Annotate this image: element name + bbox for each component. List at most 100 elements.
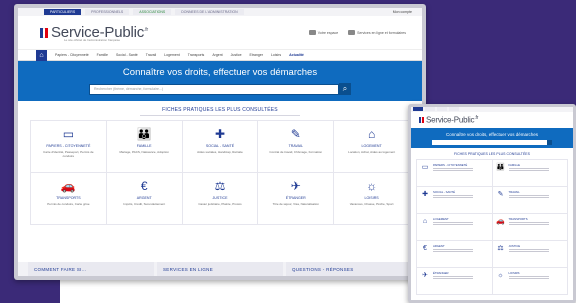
nav-item[interactable]: Social - Santé	[116, 53, 138, 57]
tab-associations[interactable]: ASSOCIATIONS	[133, 9, 172, 15]
section-title: FICHES PRATIQUES LES PLUS CONSULTÉES	[162, 107, 278, 113]
text-line	[508, 197, 549, 198]
banner-title: Connaître vos droits, effectuer vos déma…	[122, 67, 318, 78]
tablet-topic-card[interactable]: ▭ Papiers - Citoyenneté	[417, 160, 493, 187]
topic-card-desc: Aides sociales, Handicap, Retraite	[197, 150, 243, 154]
search-icon[interactable]: ⌕	[339, 83, 351, 95]
topic-card[interactable]: € Argent Impôts, Crédit, Surendettement	[106, 173, 183, 225]
bottom-section-questions[interactable]: QUESTIONS - RÉPONSES	[286, 262, 412, 276]
text-line	[433, 197, 473, 198]
tablet-banner: Connaître vos droits, effectuer vos déma…	[411, 128, 573, 148]
text-line	[433, 278, 473, 279]
tablet-screenshot-frame: Service-Public.fr Connaître vos droits, …	[408, 104, 576, 303]
topic-card[interactable]: ⌂ Logement Location, Achat, Aides au logem…	[334, 121, 410, 173]
home-icon[interactable]: ⌂	[36, 49, 47, 61]
nav-item[interactable]: Argent	[212, 53, 222, 57]
bottom-section-comment[interactable]: COMMENT FAIRE SI...	[28, 262, 154, 276]
tablet-topic-card[interactable]: 🚗 Transports	[492, 214, 568, 241]
car-icon: 🚗	[60, 178, 76, 193]
topic-icon: ✈	[422, 272, 428, 279]
nav-item[interactable]: Etranger	[250, 53, 263, 57]
header-link-espace[interactable]: Votre espace	[308, 30, 339, 35]
text-line	[508, 195, 549, 196]
user-icon	[308, 30, 316, 35]
topic-card-title: Travail	[288, 144, 304, 148]
tablet-search-input[interactable]	[432, 139, 552, 145]
account-link[interactable]: Mon compte	[393, 10, 412, 14]
bottom-sections: COMMENT FAIRE SI... SERVICES EN LIGNE QU…	[18, 262, 422, 276]
audience-tabs: PARTICULIERS PROFESSIONNELS ASSOCIATIONS…	[18, 8, 422, 16]
tablet-tab[interactable]	[437, 107, 447, 111]
tablet-topic-title: Papiers - Citoyenneté	[433, 163, 468, 167]
nav-item[interactable]: Famille	[97, 53, 108, 57]
topic-icon: ⚖	[497, 245, 504, 252]
topic-card[interactable]: 👪 Famille Mariage, PACS, Naissance, Adopti…	[106, 121, 183, 173]
tablet-topic-title: Famille	[508, 163, 521, 167]
topic-card-title: Étranger	[285, 196, 306, 200]
passport-icon: ✈	[290, 178, 301, 193]
text-line	[433, 251, 473, 252]
tablet-section-title: FICHES PRATIQUES LES PLUS CONSULTÉES	[454, 152, 530, 156]
topic-card-title: Papiers - Citoyenneté	[46, 144, 91, 148]
text-line	[508, 276, 549, 277]
text-line	[433, 276, 473, 277]
tab-donnees[interactable]: DONNEES DE L'ADMINISTRATION	[175, 9, 244, 15]
nav-item[interactable]: Papiers - Citoyenneté	[55, 53, 89, 57]
health-icon: ✚	[214, 126, 226, 141]
tablet-topic-card[interactable]: ✚ Social - Santé	[417, 187, 493, 214]
nav-item[interactable]: Travail	[146, 53, 156, 57]
text-line	[433, 195, 473, 196]
tablet-topic-title: Social - Santé	[433, 190, 455, 194]
tablet-tab[interactable]	[425, 107, 435, 111]
tablet-topic-title: Transports	[508, 217, 528, 221]
bottom-section-services[interactable]: SERVICES EN LIGNE	[157, 262, 283, 276]
nav-item[interactable]: Transports	[188, 53, 205, 57]
tablet-topic-card[interactable]: ⚖ Justice	[492, 241, 568, 268]
tablet-topic-title: Travail	[508, 190, 520, 194]
header-link-label: Votre espace	[317, 30, 339, 35]
tablet-screen: Service-Public.fr Connaître vos droits, …	[411, 107, 573, 300]
tablet-logo[interactable]: Service-Public.fr	[426, 115, 478, 125]
topic-card-title: Argent	[136, 196, 152, 200]
topic-card[interactable]: ▭ Papiers - Citoyenneté Carte d'identité, …	[31, 121, 107, 173]
family-icon: 👪	[136, 126, 152, 141]
text-line	[508, 224, 549, 225]
topic-card[interactable]: ☼ Loisirs Vacances, Chasse, Pêche, Sport	[334, 173, 410, 225]
topic-icon: ☼	[497, 271, 504, 279]
tablet-topic-title: Loisirs	[508, 271, 520, 275]
tablet-topic-card[interactable]: € Argent	[417, 241, 493, 268]
nav-item[interactable]: Loisirs	[271, 53, 281, 57]
search-banner: Connaître vos droits, effectuer vos déma…	[18, 61, 422, 101]
nav-item-actualite[interactable]: Actualité	[289, 53, 304, 57]
topic-card[interactable]: ✎ Travail Contrat de travail, Chômage, For…	[258, 121, 335, 173]
topic-card[interactable]: ✚ Social - Santé Aides sociales, Handicap,…	[182, 121, 259, 173]
tablet-topic-card[interactable]: ✎ Travail	[492, 187, 568, 214]
topic-card[interactable]: ⚖ Justice Casier judiciaire, Plainte, Proc…	[182, 173, 259, 225]
logo-suffix: .fr	[144, 27, 148, 33]
topic-card[interactable]: ✈ Étranger Titre de séjour, Visa, Naturali…	[258, 173, 335, 225]
tablet-tab[interactable]	[449, 107, 459, 111]
tab-particuliers[interactable]: PARTICULIERS	[44, 9, 82, 15]
topic-card-desc: Titre de séjour, Visa, Naturalisation	[272, 202, 319, 206]
money-icon: €	[140, 178, 148, 193]
tablet-topic-card[interactable]: 👪 Famille	[492, 160, 568, 187]
justice-icon: ⚖	[214, 178, 226, 193]
tablet-tab[interactable]	[413, 107, 423, 111]
tab-professionnels[interactable]: PROFESSIONNELS	[85, 9, 130, 15]
nav-item[interactable]: Logement	[164, 53, 180, 57]
tablet-banner-title: Connaître vos droits, effectuer vos déma…	[446, 131, 538, 137]
desktop-screen: PARTICULIERS PROFESSIONNELS ASSOCIATIONS…	[18, 8, 422, 276]
search-input[interactable]: Rechercher (thème, démarche, formulaire.…	[89, 83, 339, 95]
topic-card[interactable]: 🚗 Transports Permis de conduire, Carte gri…	[31, 173, 107, 225]
tablet-topic-card[interactable]: ☼ Loisirs	[492, 268, 568, 295]
header-link-services[interactable]: Services en ligne et formulaires	[348, 30, 406, 35]
search-row: Rechercher (thème, démarche, formulaire.…	[89, 83, 351, 95]
topic-card-desc: Casier judiciaire, Plainte, Procès	[198, 202, 242, 206]
topic-card-title: Loisirs	[364, 196, 379, 200]
text-line	[433, 170, 473, 171]
tablet-topic-card[interactable]: ✈ Étranger	[417, 268, 493, 295]
topic-icon: €	[423, 244, 427, 252]
tablet-topic-card[interactable]: ⌂ Logement	[417, 214, 493, 241]
nav-item[interactable]: Justice	[231, 53, 242, 57]
search-icon[interactable]	[547, 139, 552, 145]
